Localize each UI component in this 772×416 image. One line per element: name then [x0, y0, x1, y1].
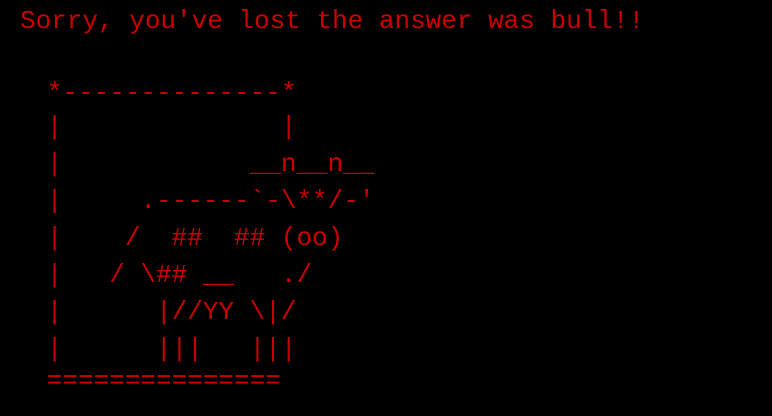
- ascii-art-line: | |: [0, 112, 297, 142]
- ascii-art-line: | / \## __ ./: [0, 260, 313, 290]
- ascii-art-line: | ||| |||: [0, 334, 297, 364]
- ascii-art-line: | / ## ## (oo): [0, 223, 344, 253]
- terminal-window: Sorry, you've lost the answer was bull!!…: [0, 0, 772, 416]
- ascii-art-line: | .------`-\**/-': [0, 186, 375, 216]
- ascii-art-line: ===============: [0, 366, 281, 396]
- game-over-message: Sorry, you've lost the answer was bull!!: [20, 6, 645, 36]
- ascii-art-line: | |//YY \|/: [0, 297, 297, 327]
- ascii-art-line: *--------------*: [0, 78, 297, 108]
- ascii-art-line: | __n__n__: [0, 149, 375, 179]
